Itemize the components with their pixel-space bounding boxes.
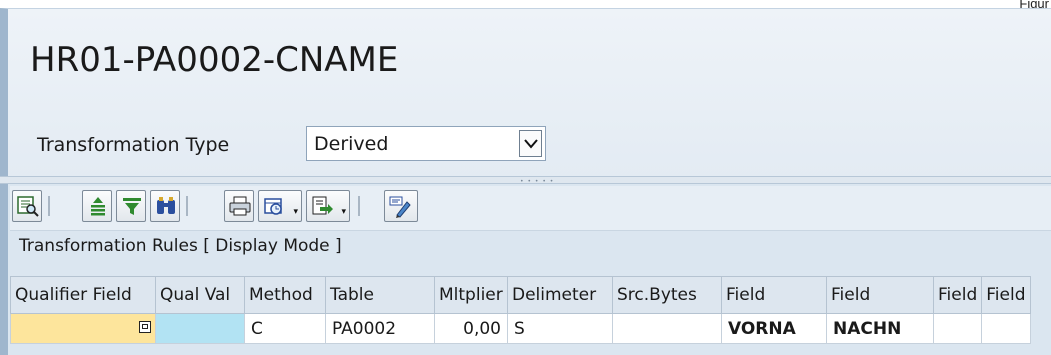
rules-table-wrapper: Qualifier Field Qual Val Method Table Ml… [10,276,1051,344]
filter-icon [123,198,141,215]
views-icon [264,198,282,215]
method-cell[interactable]: C [244,313,326,344]
export-icon [312,196,333,215]
rules-section-title: Transformation Rules [ Display Mode ] [19,236,342,256]
toolbar-separator [186,196,188,216]
change-layout-icon [389,196,411,218]
column-header[interactable]: Field [721,276,827,314]
dropdown-arrow-icon: ▾ [341,207,346,217]
column-header[interactable]: Delimeter [507,276,613,314]
export-button[interactable]: ▾ [306,190,350,222]
change-layout-button[interactable] [384,190,418,222]
rules-table: Qualifier Field Qual Val Method Table Ml… [10,276,1031,344]
column-header[interactable]: Method [244,276,326,314]
sort-ascending-button[interactable] [82,190,112,222]
print-button[interactable] [224,190,254,222]
field-cell[interactable] [981,313,1031,344]
panel-splitter[interactable]: • • • • • [0,176,1051,185]
dropdown-arrow-icon: ▾ [293,207,298,217]
column-header[interactable]: Qualifier Field [10,276,156,314]
column-header[interactable]: Src.Bytes [612,276,722,314]
filter-button[interactable] [116,190,146,222]
print-icon [229,196,251,216]
transformation-type-select[interactable]: Derived [306,126,546,161]
toolbar-separator [48,196,50,216]
qualifier-field-cell[interactable] [10,313,156,344]
column-header[interactable]: Field [932,276,983,314]
page-title: HR01-PA0002-CNAME [30,40,399,80]
transformation-type-value: Derived [314,133,389,155]
column-header[interactable]: Field [981,276,1031,314]
field-cell[interactable]: NACHN [826,313,934,344]
field-cell[interactable] [932,313,983,344]
column-header[interactable]: Table [325,276,435,314]
transformation-type-label: Transformation Type [37,134,230,156]
value-help-icon[interactable] [139,321,151,333]
src-bytes-cell[interactable] [612,313,722,344]
find-icon [157,197,175,214]
column-header[interactable]: Field [826,276,934,314]
views-button[interactable]: ▾ [258,190,302,222]
field-cell[interactable]: VORNA [721,313,827,344]
details-button[interactable] [12,190,42,222]
find-button[interactable] [150,190,180,222]
column-header[interactable]: Qual Val [155,276,245,314]
toolbar-separator [358,196,360,216]
table-header-row: Qualifier Field Qual Val Method Table Ml… [10,276,1031,314]
rules-toolbar: ▾ ▾ [10,186,1051,231]
table-cell[interactable]: PA0002 [325,313,435,344]
sort-ascending-icon [91,197,105,216]
qual-val-cell[interactable] [155,313,245,344]
table-row: C PA0002 0,00 S VORNA NACHN [10,313,1031,344]
details-icon [17,196,39,217]
header-panel: HR01-PA0002-CNAME Transformation Type De… [0,8,1051,178]
delimeter-cell[interactable]: S [507,313,613,344]
column-header[interactable]: Mltplier [434,276,508,314]
chevron-down-icon[interactable] [519,130,542,157]
multiplier-cell[interactable]: 0,00 [434,313,508,344]
